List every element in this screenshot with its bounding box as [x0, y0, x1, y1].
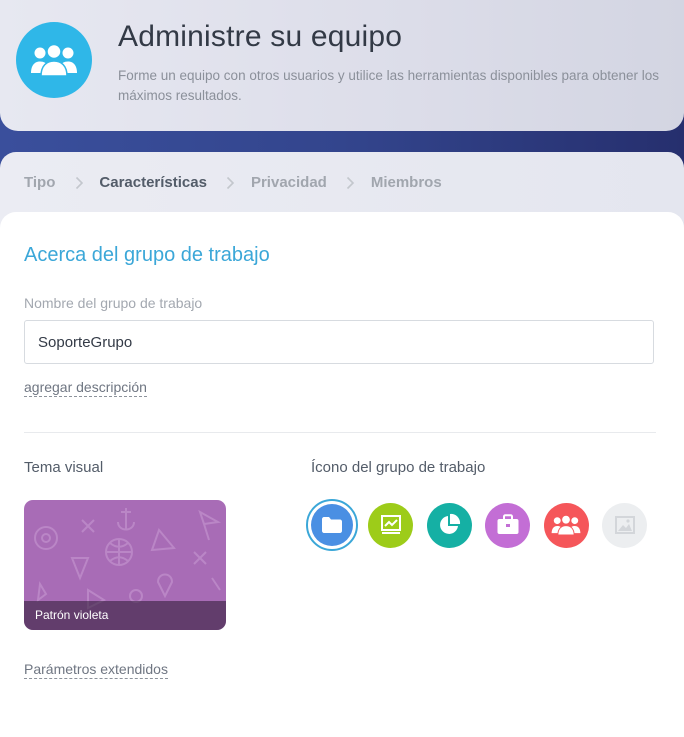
- chevron-right-icon: [343, 175, 359, 191]
- breadcrumb-step-miembros[interactable]: Miembros: [371, 174, 442, 191]
- breadcrumb-step-privacidad[interactable]: Privacidad: [251, 174, 327, 191]
- users-group-icon: [31, 43, 77, 77]
- theme-name: Patrón violeta: [24, 601, 226, 630]
- group-name-input[interactable]: [24, 320, 654, 364]
- group-icon-picker: [306, 499, 647, 551]
- pie-chart-icon: [440, 513, 461, 534]
- breadcrumb-step-tipo[interactable]: Tipo: [24, 174, 55, 191]
- page-title: Administre su equipo: [118, 20, 403, 53]
- users-group-icon: [551, 514, 581, 536]
- add-description-link[interactable]: agregar descripción: [24, 379, 147, 397]
- icon-option-folder[interactable]: [306, 499, 358, 551]
- briefcase-icon: [497, 514, 518, 534]
- image-placeholder-icon: [614, 516, 635, 534]
- extended-parameters-link[interactable]: Parámetros extendidos: [24, 661, 168, 679]
- icon-option-pie-chart[interactable]: [426, 502, 472, 548]
- presentation-chart-icon: [380, 515, 401, 534]
- group-icon-label: Ícono del grupo de trabajo: [311, 459, 486, 476]
- group-name-label: Nombre del grupo de trabajo: [24, 295, 203, 311]
- divider: [24, 432, 656, 433]
- icon-option-presentation[interactable]: [368, 502, 413, 548]
- content-panel: Acerca del grupo de trabajo Nombre del g…: [0, 212, 684, 737]
- chevron-right-icon: [71, 175, 87, 191]
- icon-option-team[interactable]: [543, 502, 589, 548]
- visual-theme-label: Tema visual: [24, 459, 104, 476]
- icon-option-custom-image[interactable]: [602, 502, 647, 548]
- breadcrumb-step-caracteristicas[interactable]: Características: [99, 174, 207, 191]
- theme-card[interactable]: Patrón violeta: [24, 500, 226, 630]
- page-subtitle: Forme un equipo con otros usuarios y uti…: [118, 68, 660, 103]
- header-avatar: [16, 22, 92, 98]
- icon-option-briefcase[interactable]: [485, 502, 530, 548]
- page: Administre su equipo Forme un equipo con…: [0, 0, 684, 737]
- chevron-right-icon: [223, 175, 239, 191]
- section-title: Acerca del grupo de trabajo: [24, 244, 270, 266]
- header-panel: Administre su equipo Forme un equipo con…: [0, 0, 684, 131]
- folder-icon: [322, 517, 342, 533]
